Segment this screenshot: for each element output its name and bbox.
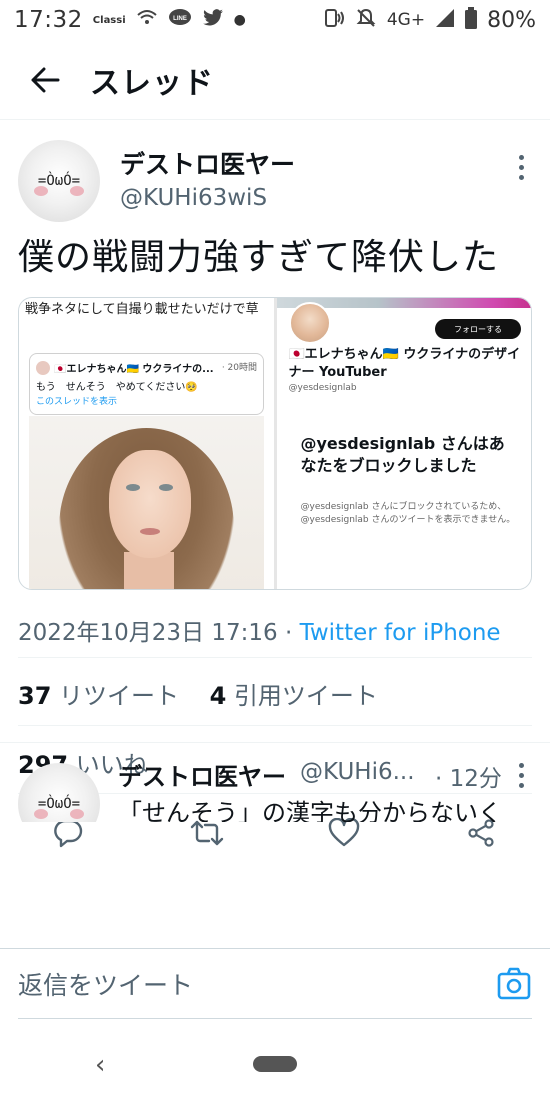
quoted-thread-link: このスレッドを表示 [36, 397, 118, 407]
screenshot-caption: 戦争ネタにして自撮り載せたいだけで草 [25, 302, 259, 317]
avatar [288, 302, 331, 344]
quote-label: 引用ツイート [233, 682, 378, 710]
divider [18, 725, 532, 726]
reply-more-button[interactable] [516, 763, 526, 788]
display-name[interactable]: デストロ医ヤー [120, 145, 295, 181]
avatar[interactable]: =ÒωÓ= [18, 763, 100, 822]
back-button[interactable] [0, 40, 90, 120]
profile-name: 🇯🇵エレナちゃん🇺🇦 ウクライナのデザイナー YouTuber [288, 347, 521, 380]
heart-icon [328, 818, 360, 847]
line-app-icon: LINE [168, 8, 192, 33]
divider [18, 657, 532, 658]
engagement-stats: 37 リツイート 4 引用ツイート [18, 676, 378, 711]
reply-text: 「せんそう」の漢字も分からないく [118, 799, 502, 822]
blocked-message-title: @yesdesignlab さんはあなたをブロックしました [300, 434, 505, 475]
page-title: スレッド [90, 65, 214, 101]
quote-count: 4 [209, 682, 227, 710]
profile-handle: @yesdesignlab [288, 383, 357, 393]
retweets-stat[interactable]: 37 リツイート [18, 682, 179, 710]
quoted-time: · 20時間 [221, 363, 257, 373]
reply-time: · 12分 [435, 766, 502, 792]
top-app-bar: スレッド [0, 40, 550, 120]
media-image-right[interactable]: フォローする 🇯🇵エレナちゃん🇺🇦 ウクライナのデザイナー YouTuber @… [276, 298, 531, 589]
reply-input[interactable]: 返信をツイート [18, 949, 532, 1019]
tweet-source-link[interactable]: Twitter for iPhone [300, 620, 501, 646]
quotes-stat[interactable]: 4 引用ツイート [210, 682, 378, 710]
more-options-button[interactable] [516, 155, 526, 180]
mute-bell-icon [355, 7, 377, 34]
user-handle[interactable]: @KUHi63wiS [120, 185, 267, 211]
reply-icon [54, 819, 83, 848]
tweet-media[interactable]: 戦争ネタにして自撮り載せたいだけで草 🇯🇵エレナちゃん🇺🇦 ウクライナの... … [18, 297, 532, 590]
status-time: 17:32 [14, 7, 83, 33]
wifi-calling-icon [136, 9, 158, 32]
twitter-bird-icon [202, 8, 224, 32]
signal-icon [435, 8, 455, 33]
status-bar: 17:32 Classi LINE ● 4G+ 80% [0, 0, 550, 40]
reply-tweet[interactable]: =ÒωÓ= デストロ医ヤー @KUHi6... · 12分 「せんそう」の漢字も… [0, 742, 550, 822]
camera-button[interactable] [496, 966, 532, 1002]
avatar [36, 361, 50, 375]
reply-handle[interactable]: @KUHi6... [300, 759, 415, 785]
share-icon [468, 819, 494, 847]
quoted-text: もう せんそう やめてください🥺 [36, 382, 198, 393]
tweet-timestamp: 2022年10月23日 17:16 · Twitter for iPhone [18, 613, 501, 647]
back-arrow-icon [31, 67, 60, 92]
network-type: 4G+ [386, 10, 426, 30]
quoted-name: 🇯🇵エレナちゃん🇺🇦 ウクライナの... [54, 364, 214, 375]
reply-composer: 返信をツイート [0, 948, 550, 1028]
tweet-date[interactable]: 2022年10月23日 17:16 [18, 620, 278, 646]
media-image-left[interactable]: 戦争ネタにして自撮り載せたいだけで草 🇯🇵エレナちゃん🇺🇦 ウクライナの... … [19, 298, 274, 589]
retweet-count: 37 [18, 682, 52, 710]
system-nav-bar: ‹ [0, 1028, 550, 1100]
meta-separator: · [277, 620, 300, 646]
svg-text:LINE: LINE [173, 16, 187, 22]
camera-icon [497, 967, 531, 1000]
cat-face-icon: =ÒωÓ= [37, 796, 81, 812]
home-pill[interactable] [253, 1056, 297, 1072]
quoted-tweet-screenshot: 🇯🇵エレナちゃん🇺🇦 ウクライナの... · 20時間 もう せんそう やめてく… [29, 353, 264, 415]
follow-button: フォローする [435, 319, 521, 339]
battery-percent: 80% [487, 7, 536, 33]
reply-display-name[interactable]: デストロ医ヤー [118, 757, 286, 792]
blocked-message-description: @yesdesignlab さんにブロックされているため、@yesdesignl… [300, 502, 516, 525]
retweet-icon [190, 820, 224, 846]
dot-icon: ● [233, 12, 246, 28]
cat-face-icon: =ÒωÓ= [37, 173, 81, 189]
classi-notification-icon: Classi [92, 14, 126, 26]
avatar[interactable]: =ÒωÓ= [18, 140, 100, 222]
nfc-icon [323, 8, 345, 33]
tweet-text: 僕の戦闘力強すぎて降伏した [18, 237, 500, 278]
battery-icon [465, 6, 478, 34]
selfie-photo [29, 416, 264, 589]
retweet-label: リツイート [59, 682, 180, 710]
nav-back-icon[interactable]: ‹ [95, 1050, 105, 1080]
